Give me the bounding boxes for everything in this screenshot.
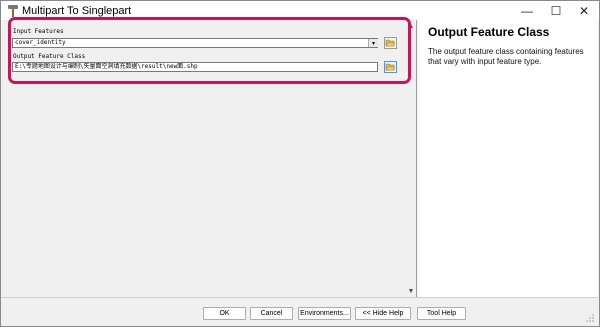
hide-help-button[interactable]: << Hide Help bbox=[355, 307, 411, 320]
ok-button[interactable]: OK bbox=[203, 307, 246, 320]
help-description: The output feature class containing feat… bbox=[428, 47, 584, 66]
resize-grip-icon[interactable] bbox=[585, 313, 595, 323]
environments-button[interactable]: Environments... bbox=[298, 307, 351, 320]
pane-divider[interactable] bbox=[416, 20, 417, 297]
button-bar-separator bbox=[1, 297, 598, 298]
scroll-down-icon[interactable]: ▼ bbox=[407, 287, 415, 295]
hammer-icon bbox=[8, 5, 18, 17]
tool-help-button[interactable]: Tool Help bbox=[417, 307, 466, 320]
cancel-button[interactable]: Cancel bbox=[250, 307, 293, 320]
close-button[interactable]: ✕ bbox=[570, 1, 598, 21]
minimize-button[interactable]: — bbox=[513, 1, 541, 21]
help-title: Output Feature Class bbox=[428, 25, 550, 39]
highlight-annotation bbox=[8, 17, 411, 84]
maximize-button[interactable]: ☐ bbox=[542, 1, 570, 21]
window-title: Multipart To Singlepart bbox=[22, 5, 132, 17]
